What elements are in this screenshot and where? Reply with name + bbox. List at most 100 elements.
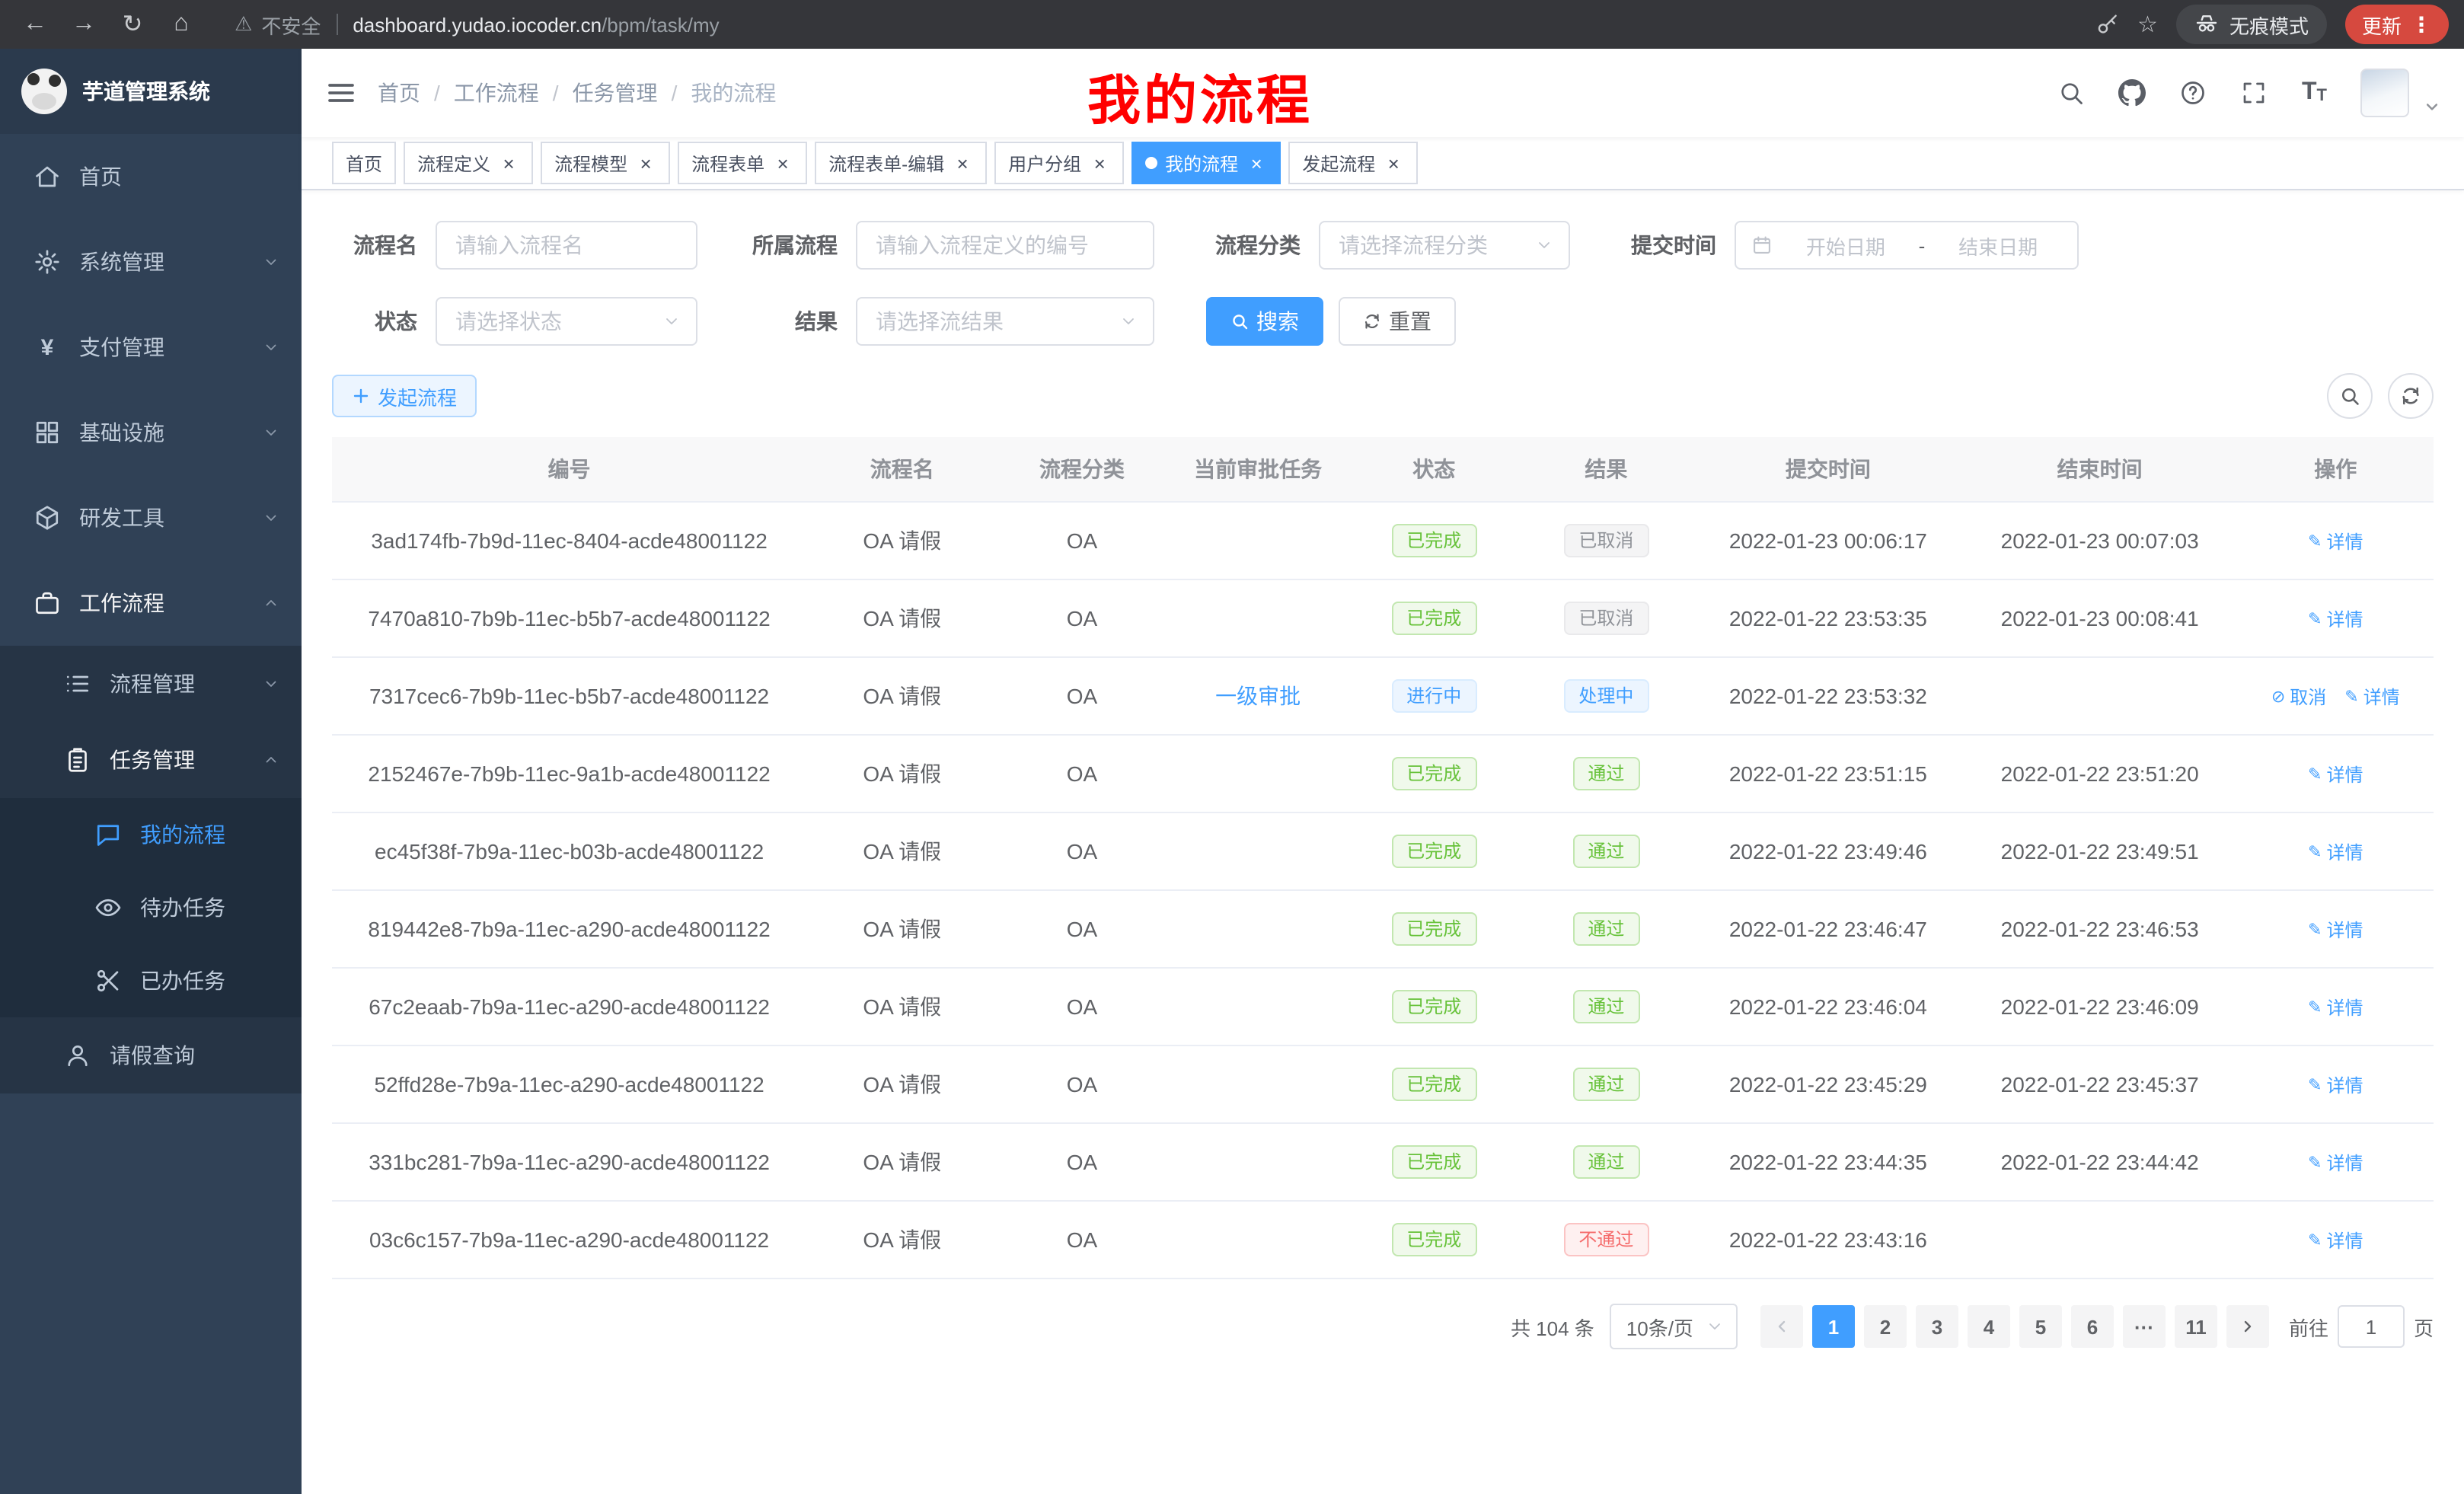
status-select[interactable]: 请选择状态 <box>436 297 697 346</box>
search-button[interactable]: 搜索 <box>1206 297 1323 346</box>
page-ellipsis[interactable]: ··· <box>2123 1305 2166 1348</box>
cell-process-name: OA 请假 <box>806 657 997 735</box>
detail-action[interactable]: ✎详情 <box>2308 761 2363 787</box>
logo-avatar <box>21 69 67 114</box>
page-button-2[interactable]: 2 <box>1864 1305 1907 1348</box>
browser-home-button[interactable]: ⌂ <box>161 5 201 44</box>
close-icon[interactable]: × <box>635 152 656 174</box>
cell-current-task <box>1167 890 1350 968</box>
tab-process-form[interactable]: 流程表单× <box>678 142 807 184</box>
close-icon[interactable]: × <box>498 152 519 174</box>
key-icon[interactable] <box>2095 12 2119 37</box>
browser-back-button[interactable]: ← <box>15 5 55 44</box>
sidebar-item-infrastructure[interactable]: 基础设施 <box>0 390 302 475</box>
detail-action[interactable]: ✎详情 <box>2308 839 2363 865</box>
sidebar-item-done-tasks[interactable]: 已办任务 <box>0 944 302 1017</box>
result-select[interactable]: 请选择流结果 <box>856 297 1154 346</box>
page-size-select[interactable]: 10条/页 <box>1610 1304 1738 1349</box>
current-task-link[interactable]: 一级审批 <box>1215 684 1301 708</box>
sidebar-item-home[interactable]: 首页 <box>0 134 302 219</box>
tab-process-model[interactable]: 流程模型× <box>541 142 670 184</box>
cell-end-time <box>1962 657 2238 735</box>
page-button-6[interactable]: 6 <box>2071 1305 2114 1348</box>
start-process-button[interactable]: 发起流程 <box>332 375 477 417</box>
refresh-button[interactable] <box>2388 373 2434 419</box>
sidebar-item-my-process[interactable]: 我的流程 <box>0 798 302 871</box>
browser-reload-button[interactable]: ↻ <box>113 5 152 44</box>
detail-action[interactable]: ✎详情 <box>2308 1150 2363 1176</box>
cell-process-id: 7470a810-7b9b-11ec-b5b7-acde48001122 <box>332 579 806 657</box>
cancel-action[interactable]: ⊘取消 <box>2271 684 2326 710</box>
process-def-input[interactable] <box>856 221 1154 270</box>
reset-button[interactable]: 重置 <box>1339 297 1456 346</box>
close-icon[interactable]: × <box>1383 152 1404 174</box>
cell-current-task <box>1167 968 1350 1045</box>
bookmark-star-icon[interactable]: ☆ <box>2137 11 2158 38</box>
close-icon[interactable]: × <box>952 152 973 174</box>
chevron-up-icon <box>262 751 280 769</box>
tab-home[interactable]: 首页 <box>332 142 396 184</box>
sidebar-item-payment-management[interactable]: ¥支付管理 <box>0 305 302 390</box>
cell-category: OA <box>997 735 1166 812</box>
close-icon[interactable]: × <box>1089 152 1110 174</box>
browser-update-button[interactable]: 更新 ⋮ <box>2345 5 2449 44</box>
search-icon[interactable] <box>2058 79 2086 107</box>
result-tag: 通过 <box>1572 1068 1639 1101</box>
submit-time-range-picker[interactable]: 开始日期 - 结束日期 <box>1735 221 2079 270</box>
tab-process-form-edit[interactable]: 流程表单-编辑× <box>815 142 987 184</box>
category-select[interactable]: 请选择流程分类 <box>1319 221 1570 270</box>
sidebar-item-system-management[interactable]: 系统管理 <box>0 219 302 305</box>
search-toggle-button[interactable] <box>2327 373 2373 419</box>
detail-action[interactable]: ✎详情 <box>2344 684 2399 710</box>
close-icon[interactable]: × <box>772 152 793 174</box>
hamburger-icon[interactable] <box>326 78 356 108</box>
address-bar[interactable]: ⚠ 不安全 dashboard.yudao.iocoder.cn/bpm/tas… <box>235 10 2095 39</box>
github-icon[interactable] <box>2119 79 2146 107</box>
page-button-5[interactable]: 5 <box>2019 1305 2062 1348</box>
breadcrumb-workflow[interactable]: 工作流程 <box>454 78 539 108</box>
cell-process-id: 2152467e-7b9b-11ec-9a1b-acde48001122 <box>332 735 806 812</box>
font-size-icon[interactable]: TT <box>2302 81 2327 105</box>
col-current-task: 当前审批任务 <box>1167 437 1350 502</box>
cell-process-name: OA 请假 <box>806 1045 997 1123</box>
result-tag: 通过 <box>1572 1145 1639 1179</box>
fullscreen-icon[interactable] <box>2241 79 2268 107</box>
page-button-3[interactable]: 3 <box>1916 1305 1958 1348</box>
detail-action[interactable]: ✎详情 <box>2308 917 2363 943</box>
logo[interactable]: 芋道管理系统 <box>0 49 302 134</box>
col-result: 结果 <box>1518 437 1694 502</box>
close-icon[interactable]: × <box>1246 152 1267 174</box>
prev-page-button[interactable] <box>1760 1305 1803 1348</box>
sidebar-item-todo-tasks[interactable]: 待办任务 <box>0 871 302 944</box>
user-avatar[interactable] <box>2360 69 2409 117</box>
browser-forward-button[interactable]: → <box>64 5 104 44</box>
chevron-down-icon <box>262 423 280 442</box>
detail-action[interactable]: ✎详情 <box>2308 1072 2363 1098</box>
tab-label: 我的流程 <box>1165 150 1238 176</box>
tab-process-definition[interactable]: 流程定义× <box>404 142 533 184</box>
sidebar-item-process-management[interactable]: 流程管理 <box>0 646 302 722</box>
sidebar-item-leave-query[interactable]: 请假查询 <box>0 1017 302 1093</box>
breadcrumb-home[interactable]: 首页 <box>378 78 420 108</box>
sidebar-item-workflow[interactable]: 工作流程 <box>0 560 302 646</box>
page-button-4[interactable]: 4 <box>1968 1305 2010 1348</box>
breadcrumb-task-management[interactable]: 任务管理 <box>573 78 658 108</box>
page-button-11[interactable]: 11 <box>2175 1305 2217 1348</box>
page-button-1[interactable]: 1 <box>1812 1305 1855 1348</box>
tab-start-process[interactable]: 发起流程× <box>1288 142 1418 184</box>
chevron-down-icon[interactable] <box>2424 99 2440 114</box>
help-icon[interactable] <box>2180 79 2207 107</box>
goto-page-input[interactable] <box>2338 1305 2405 1348</box>
next-page-button[interactable] <box>2226 1305 2269 1348</box>
detail-action[interactable]: ✎详情 <box>2308 1227 2363 1253</box>
col-status: 状态 <box>1350 437 1518 502</box>
sidebar-item-dev-tools[interactable]: 研发工具 <box>0 475 302 560</box>
tab-user-group[interactable]: 用户分组× <box>994 142 1124 184</box>
cell-process-id: 52ffd28e-7b9a-11ec-a290-acde48001122 <box>332 1045 806 1123</box>
tab-my-process[interactable]: 我的流程 × <box>1131 142 1281 184</box>
detail-action[interactable]: ✎详情 <box>2308 994 2363 1020</box>
detail-action[interactable]: ✎详情 <box>2308 528 2363 554</box>
process-name-input[interactable] <box>436 221 697 270</box>
sidebar-item-task-management[interactable]: 任务管理 <box>0 722 302 798</box>
detail-action[interactable]: ✎详情 <box>2308 606 2363 632</box>
